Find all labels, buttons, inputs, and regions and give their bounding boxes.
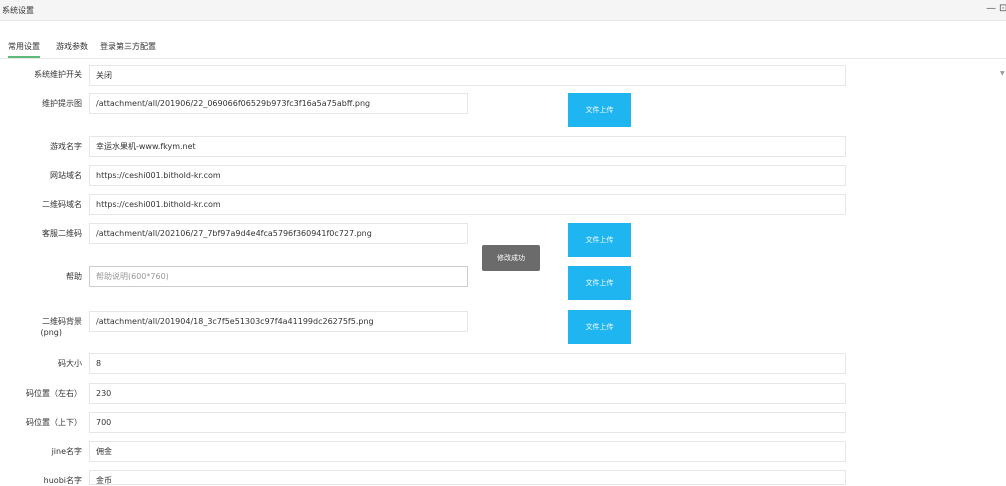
upload-button-qr-background[interactable]: 文件上传 (568, 310, 631, 344)
game-name-label: 游戏名字 (50, 142, 82, 151)
maintenance-label: 系统维护开关 (34, 70, 82, 79)
code-pos-y-label: 码位置（上下） (26, 418, 82, 427)
qr-background-label-suffix: (png) (40, 328, 62, 337)
huobi-name-label: huobi名字 (43, 476, 82, 485)
code-pos-x-input[interactable]: 230 (89, 383, 846, 404)
code-size-label: 码大小 (58, 359, 82, 368)
qr-domain-label: 二维码域名 (42, 200, 82, 209)
site-domain-label: 网站域名 (50, 171, 82, 180)
window-titlebar: 系统设置 — ⊡ (0, 0, 1006, 21)
upload-button-help[interactable]: 文件上传 (568, 266, 631, 300)
maintenance-image-label: 维护提示图 (42, 99, 82, 108)
upload-button-service-qr[interactable]: 文件上传 (568, 223, 631, 257)
tab-game-params[interactable]: 游戏参数 (56, 40, 88, 56)
tab-third-party-login[interactable]: 登录第三方配置 (100, 40, 156, 56)
help-input[interactable]: 帮助说明(600*760) (89, 266, 468, 287)
qr-domain-input[interactable]: https://ceshi001.bithold-kr.com (89, 194, 846, 215)
tab-bar: 常用设置 游戏参数 登录第三方配置 (0, 40, 1006, 59)
help-label: 帮助 (66, 272, 82, 281)
huobi-name-input[interactable]: 金币 (89, 470, 846, 485)
window-title: 系统设置 (2, 6, 34, 15)
service-qr-label: 客服二维码 (42, 229, 82, 238)
upload-button-maintenance-image[interactable]: 文件上传 (568, 93, 631, 127)
service-qr-input[interactable]: /attachment/all/202106/27_7bf97a9d4e4fca… (89, 223, 468, 244)
minimize-icon[interactable]: — (986, 3, 996, 14)
jine-name-input[interactable]: 佣金 (89, 441, 846, 462)
maintenance-select[interactable]: 关闭 (89, 65, 846, 86)
game-name-input[interactable]: 幸运水果机-www.fkym.net (89, 136, 846, 157)
code-size-input[interactable]: 8 (89, 353, 846, 374)
success-toast: 修改成功 (482, 245, 540, 271)
tab-common-settings[interactable]: 常用设置 (8, 40, 40, 58)
scroll-down-icon[interactable]: ▼ (1000, 70, 1005, 77)
maintenance-image-input[interactable]: /attachment/all/201906/22_069066f06529b9… (89, 93, 468, 114)
jine-name-label: jine名字 (51, 447, 82, 456)
code-pos-y-input[interactable]: 700 (89, 412, 846, 433)
site-domain-input[interactable]: https://ceshi001.bithold-kr.com (89, 165, 846, 186)
restore-icon[interactable]: ⊡ (999, 3, 1006, 14)
code-pos-x-label: 码位置（左右） (26, 389, 82, 398)
qr-background-label: 二维码背景 (42, 317, 82, 326)
qr-background-input[interactable]: /attachment/all/201904/18_3c7f5e51303c97… (89, 311, 468, 332)
